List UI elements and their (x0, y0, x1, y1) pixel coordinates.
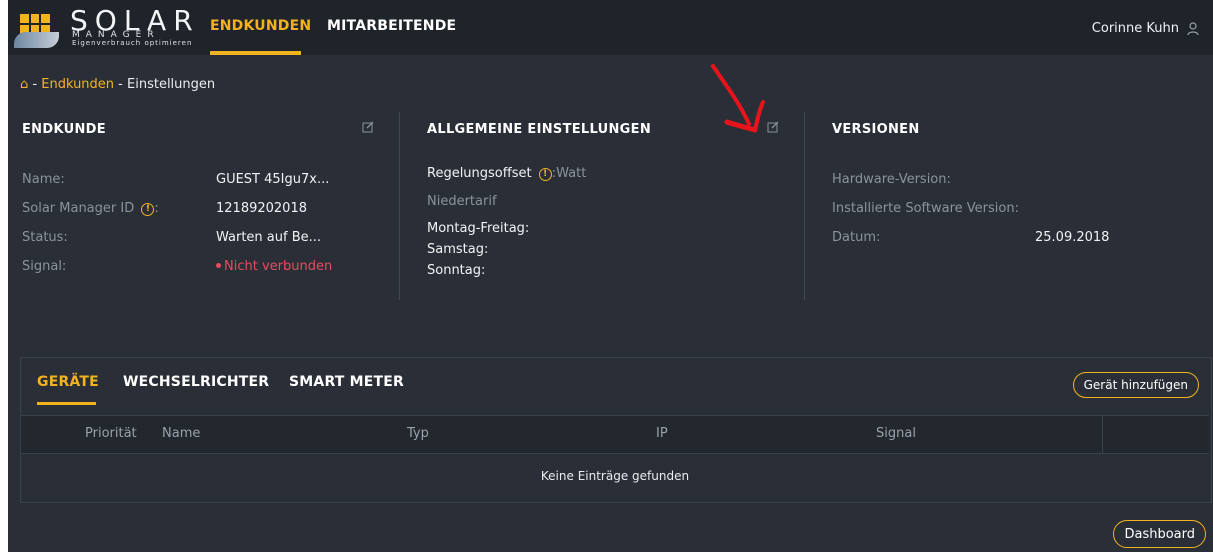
breadcrumb-current: Einstellungen (127, 77, 216, 92)
column-header-name[interactable]: Name (162, 426, 200, 441)
regelungsoffset-row: Regelungsoffset !:Watt (427, 166, 587, 181)
montag-freitag-label: Montag-Freitag: (427, 221, 530, 236)
nav-tab-mitarbeitende[interactable]: MITARBEITENDE (327, 18, 456, 34)
name-value: GUEST 45Igu7x... (216, 172, 330, 187)
column-divider (1102, 416, 1103, 453)
breadcrumb: ⌂ - Endkunden - Einstellungen (20, 77, 216, 92)
user-icon (1187, 21, 1199, 35)
datum-label: Datum: (832, 230, 881, 245)
tab-smart-meter[interactable]: SMART METER (289, 374, 404, 390)
top-navigation-bar: SOLAR MANAGER Eigenverbrauch optimieren … (8, 0, 1213, 55)
name-label: Name: (22, 172, 65, 187)
versionen-title: VERSIONEN (832, 122, 920, 137)
column-header-prioritaet[interactable]: Priorität (85, 426, 137, 441)
user-menu[interactable]: Corinne Kuhn (1092, 21, 1199, 36)
devices-table-header: Priorität Name Typ IP Signal (21, 415, 1209, 454)
niedertarif-label: Niedertarif (427, 194, 497, 209)
tab-geraete[interactable]: GERÄTE (37, 374, 99, 390)
tab-active-indicator (37, 402, 96, 405)
software-version-label: Installierte Software Version: (832, 201, 1019, 216)
datum-value: 25.09.2018 (1035, 230, 1110, 245)
nav-active-indicator (210, 51, 301, 55)
solar-manager-logo[interactable]: SOLAR MANAGER Eigenverbrauch optimieren (14, 4, 214, 48)
breadcrumb-link-endkunden[interactable]: Endkunden (41, 77, 114, 92)
nav-tab-endkunden[interactable]: ENDKUNDEN (210, 18, 311, 34)
status-value: Warten auf Be... (216, 230, 322, 245)
sonntag-label: Sonntag: (427, 263, 486, 278)
empty-table-message: Keine Einträge gefunden (540, 469, 690, 483)
solar-manager-id-value: 12189202018 (216, 201, 307, 216)
signal-status: Nicht verbunden (216, 259, 332, 274)
column-header-typ[interactable]: Typ (407, 426, 429, 441)
endkunde-title: ENDKUNDE (22, 122, 106, 137)
column-header-ip[interactable]: IP (656, 426, 668, 441)
dashboard-button[interactable]: Dashboard (1113, 520, 1206, 548)
info-icon[interactable]: ! (538, 168, 552, 181)
hardware-version-label: Hardware-Version: (832, 172, 951, 187)
allgemeine-einstellungen-title: ALLGEMEINE EINSTELLUNGEN (427, 122, 651, 137)
column-header-signal[interactable]: Signal (876, 426, 916, 441)
logo-sun-icon (14, 8, 62, 48)
panel-divider (804, 112, 805, 300)
info-icon[interactable]: ! (141, 203, 155, 216)
logo-tagline: Eigenverbrauch optimieren (72, 39, 193, 47)
red-arrow-annotation-icon (711, 64, 765, 133)
signal-label: Signal: (22, 259, 67, 274)
panel-divider (399, 112, 400, 300)
solar-manager-id-label: Solar Manager ID !: (22, 201, 159, 216)
status-label: Status: (22, 230, 68, 245)
window-edge (0, 0, 8, 552)
add-device-button[interactable]: Gerät hinzufügen (1072, 372, 1199, 398)
samstag-label: Samstag: (427, 242, 489, 257)
tab-wechselrichter[interactable]: WECHSELRICHTER (123, 374, 269, 390)
devices-panel: GERÄTE WECHSELRICHTER SMART METER Gerät … (20, 357, 1212, 503)
user-name: Corinne Kuhn (1091, 21, 1179, 36)
edit-endkunde-icon[interactable] (362, 121, 374, 133)
signal-dot-icon (216, 263, 221, 268)
